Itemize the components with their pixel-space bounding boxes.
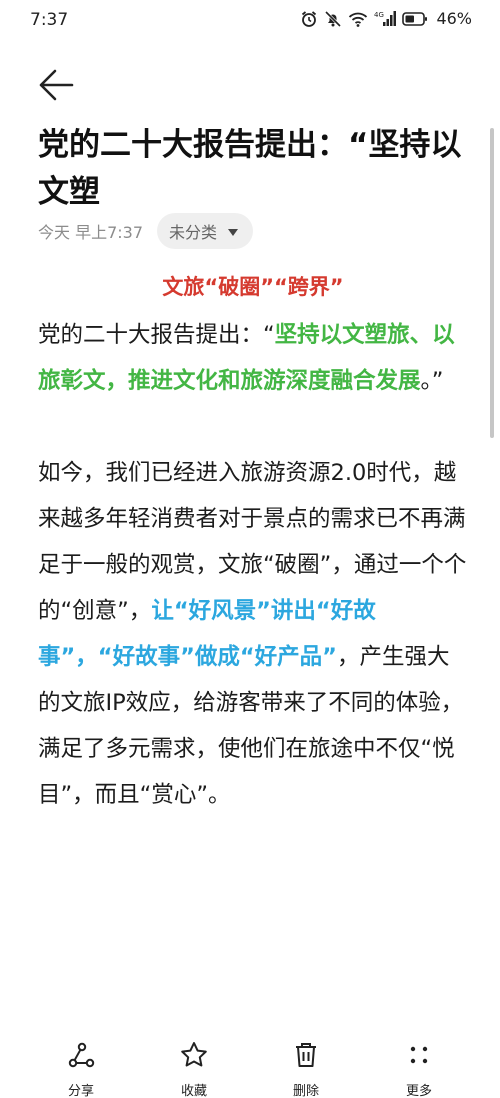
status-icons: 4G 46% — [300, 9, 472, 28]
more-button[interactable]: 更多 — [387, 1040, 451, 1098]
share-button[interactable]: 分享 — [49, 1040, 113, 1098]
battery-percent: 46% — [436, 9, 472, 28]
alarm-icon — [300, 10, 318, 28]
battery-icon — [402, 11, 428, 27]
favorite-label: 收藏 — [180, 1084, 207, 1098]
note-date: 今天 早上7:37 — [38, 223, 144, 242]
delete-label: 删除 — [292, 1084, 319, 1098]
arrow-left-icon — [38, 69, 74, 106]
scrollbar[interactable] — [490, 128, 494, 438]
share-icon — [66, 1040, 96, 1074]
category-label: 未分类 — [169, 223, 218, 242]
svg-text:4G: 4G — [374, 11, 384, 19]
paragraph-2: 如今，我们已经进入旅游资源2.0时代，越来越多年轻消费者对于景点的需求已不再满足… — [38, 450, 468, 818]
category-dropdown[interactable]: 未分类 — [157, 213, 254, 249]
section-heading-text: 文旅“破圈”“跨界” — [162, 275, 344, 299]
paragraph-1: 党的二十大报告提出：“坚持以文塑旅、以旅彰文，推进文化和旅游深度融合发展。” — [38, 312, 468, 404]
bottom-toolbar: 分享 收藏 删除 更多 — [0, 1036, 500, 1098]
paragraph-1-text-a: 党的二十大报告提出：“ — [38, 322, 275, 348]
note-meta: 今天 早上7:37 未分类 — [38, 213, 254, 249]
trash-icon — [291, 1040, 321, 1074]
star-icon — [179, 1040, 209, 1074]
share-label: 分享 — [67, 1084, 94, 1098]
signal-icon: 4G — [374, 10, 397, 28]
section-heading: 文旅“破圈”“跨界” — [38, 264, 468, 310]
mute-icon — [324, 10, 342, 28]
status-bar: 7:37 4G 46% — [0, 0, 500, 44]
more-label: 更多 — [405, 1084, 432, 1098]
caret-down-icon — [227, 222, 239, 241]
favorite-button[interactable]: 收藏 — [162, 1040, 226, 1098]
delete-button[interactable]: 删除 — [274, 1040, 338, 1098]
paragraph-1-text-b: 。” — [420, 368, 444, 394]
note-title: 党的二十大报告提出：“坚持以文塑 — [38, 127, 462, 210]
more-dots-icon — [404, 1040, 434, 1074]
wifi-icon — [348, 10, 368, 28]
back-button[interactable] — [38, 68, 78, 104]
status-time: 7:37 — [30, 10, 69, 30]
note-body[interactable]: 文旅“破圈”“跨界” 党的二十大报告提出：“坚持以文塑旅、以旅彰文，推进文化和旅… — [38, 264, 468, 818]
